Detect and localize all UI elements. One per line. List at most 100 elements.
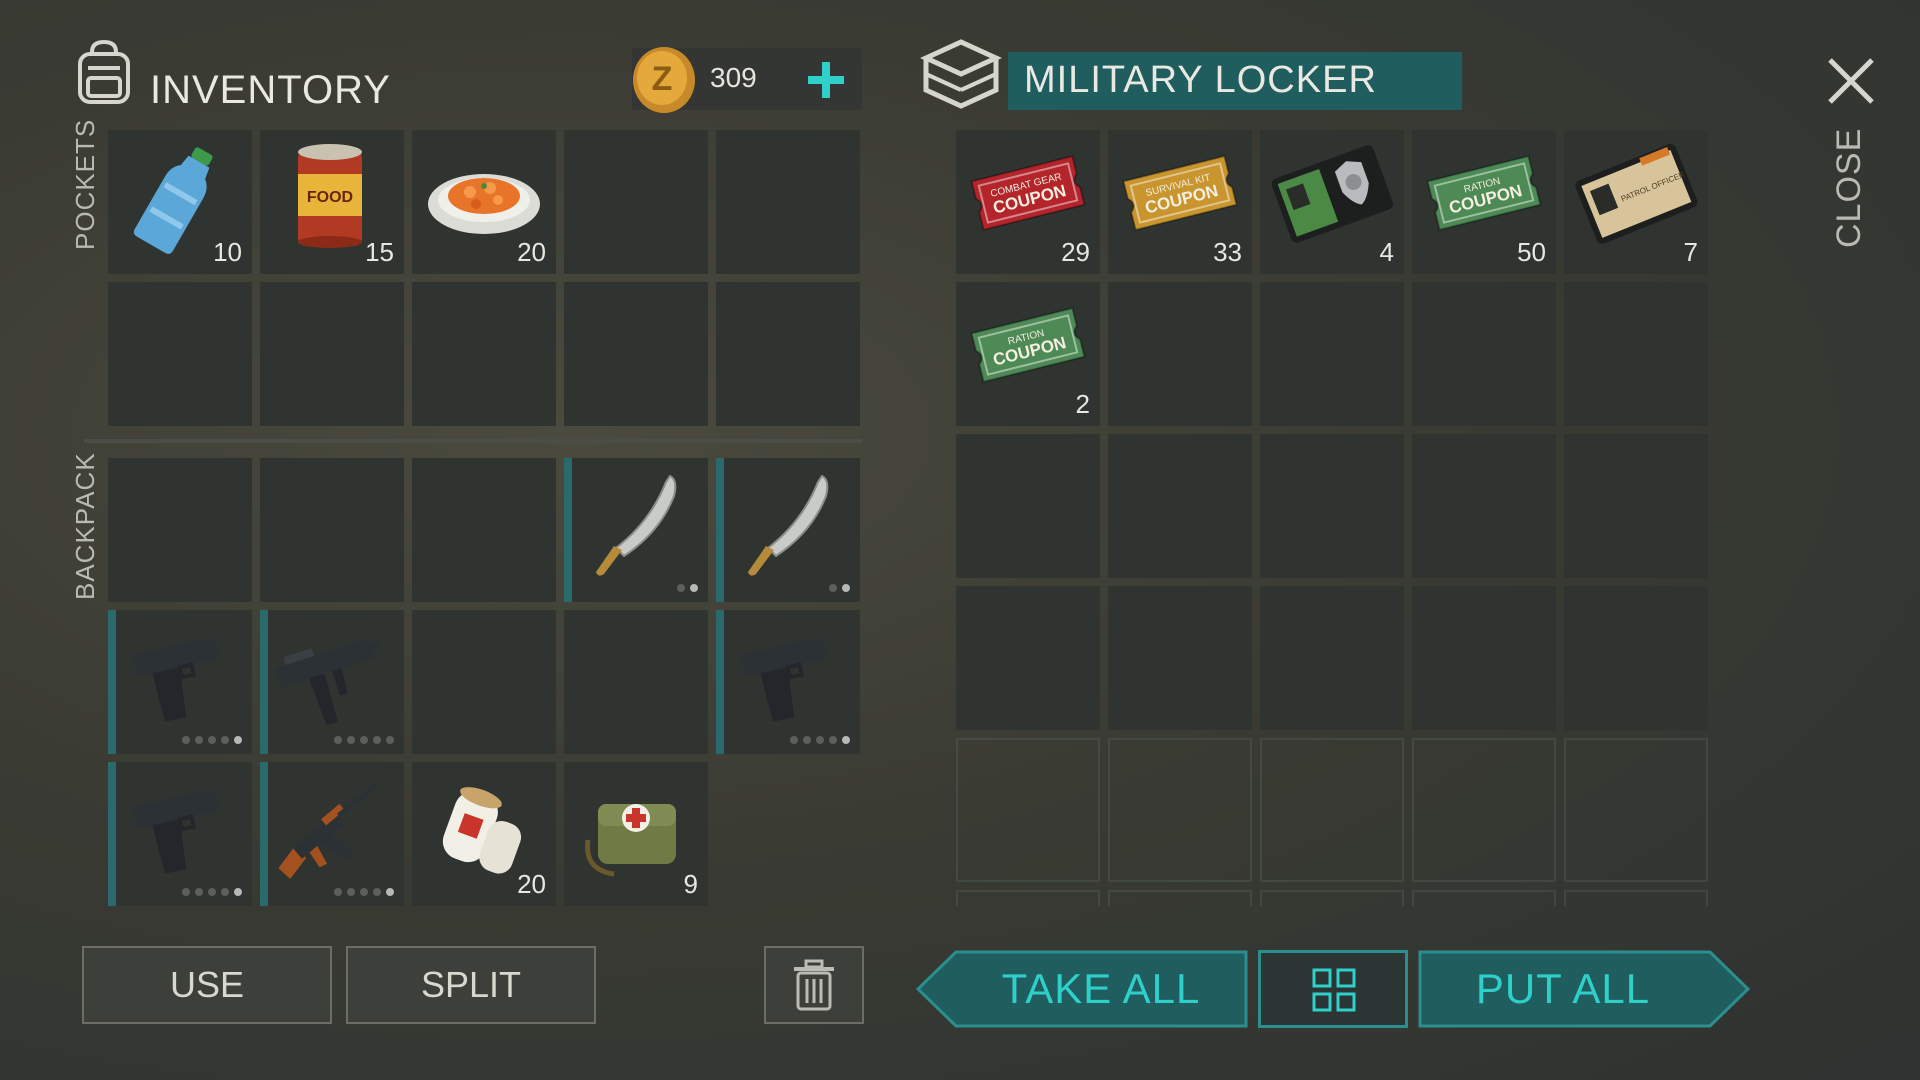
slot-machete[interactable]: [716, 458, 860, 602]
add-coins-icon[interactable]: [806, 60, 846, 100]
empty-slot[interactable]: [1564, 890, 1708, 906]
backpack-grid: 20 9: [108, 458, 860, 906]
durability-dot: [182, 888, 190, 896]
empty-slot[interactable]: [1260, 586, 1404, 730]
empty-slot[interactable]: [108, 282, 252, 426]
empty-slot[interactable]: [1412, 434, 1556, 578]
empty-slot[interactable]: [412, 282, 556, 426]
item-count: 2: [1075, 389, 1090, 419]
empty-slot[interactable]: [1260, 890, 1404, 906]
empty-slot[interactable]: [1260, 738, 1404, 882]
locker-icon: [919, 36, 1003, 117]
empty-slot[interactable]: [1564, 738, 1708, 882]
slot-patrol-officer-id[interactable]: PATROL OFFICER 7: [1564, 130, 1708, 274]
slot-canned-food[interactable]: FOOD 15: [260, 130, 404, 274]
empty-slot[interactable]: [564, 130, 708, 274]
slot-pistol[interactable]: [108, 762, 252, 906]
empty-slot[interactable]: [1108, 434, 1252, 578]
empty-slot[interactable]: [1108, 586, 1252, 730]
empty-slot[interactable]: [1564, 282, 1708, 426]
empty-slot[interactable]: [1108, 282, 1252, 426]
empty-slot[interactable]: [412, 610, 556, 754]
slot-police-badge-wallet[interactable]: 4: [1260, 130, 1404, 274]
empty-slot[interactable]: [956, 890, 1100, 906]
close-label[interactable]: CLOSE: [1830, 128, 1869, 248]
split-button[interactable]: SPLIT: [346, 946, 596, 1024]
section-divider: [84, 439, 862, 443]
durability-dot: [360, 736, 368, 744]
empty-slot[interactable]: [1564, 586, 1708, 730]
empty-slot[interactable]: [956, 738, 1100, 882]
durability-dot: [221, 888, 229, 896]
durability-dot: [234, 888, 242, 896]
slot-bandages[interactable]: 20: [412, 762, 556, 906]
slot-carrot-dish[interactable]: 20: [412, 130, 556, 274]
slot-pistol[interactable]: [108, 610, 252, 754]
durability-dots: [334, 888, 394, 896]
item-count: 9: [683, 869, 698, 899]
empty-slot[interactable]: [1260, 434, 1404, 578]
slot-first-aid-bag[interactable]: 9: [564, 762, 708, 906]
inventory-title: INVENTORY: [150, 68, 391, 112]
empty-slot[interactable]: [564, 282, 708, 426]
empty-slot[interactable]: [1412, 282, 1556, 426]
equip-indicator: [260, 610, 268, 754]
durability-dot: [334, 736, 342, 744]
backpack-label: BACKPACK: [70, 452, 100, 600]
equip-indicator: [260, 762, 268, 906]
empty-slot[interactable]: [1260, 282, 1404, 426]
durability-dot: [373, 888, 381, 896]
durability-dot: [182, 736, 190, 744]
durability-dot: [347, 736, 355, 744]
durability-dot: [829, 736, 837, 744]
empty-slot[interactable]: [260, 458, 404, 602]
put-all-button[interactable]: PUT ALL: [1418, 950, 1750, 1028]
slot-combat-gear-coupon[interactable]: COMBAT GEAR COUPON 29: [956, 130, 1100, 274]
empty-slot[interactable]: [1412, 586, 1556, 730]
item-count: 4: [1379, 237, 1394, 267]
empty-slot[interactable]: [1412, 738, 1556, 882]
empty-slot[interactable]: [956, 586, 1100, 730]
durability-dot: [347, 888, 355, 896]
durability-dot: [386, 888, 394, 896]
close-icon[interactable]: [1826, 56, 1876, 106]
empty-slot[interactable]: [564, 610, 708, 754]
grid-icon: [1312, 968, 1356, 1012]
svg-text:Z: Z: [652, 60, 673, 98]
empty-slot[interactable]: [1108, 890, 1252, 906]
coin-icon: Z: [633, 47, 695, 113]
empty-slot[interactable]: [1412, 890, 1556, 906]
slot-uzi[interactable]: [260, 610, 404, 754]
equip-indicator: [716, 610, 724, 754]
slot-assault-rifle[interactable]: [260, 762, 404, 906]
take-all-button[interactable]: TAKE ALL: [916, 950, 1248, 1028]
item-count: 20: [517, 237, 546, 267]
sort-grid-button[interactable]: [1258, 950, 1408, 1028]
durability-dot: [677, 584, 685, 592]
slot-water-bottle[interactable]: 10: [108, 130, 252, 274]
item-count: 33: [1213, 237, 1242, 267]
item-count: 50: [1517, 237, 1546, 267]
empty-slot[interactable]: [716, 130, 860, 274]
durability-dot: [790, 736, 798, 744]
slot-ration-coupon[interactable]: RATION COUPON 50: [1412, 130, 1556, 274]
use-button[interactable]: USE: [82, 946, 332, 1024]
empty-slot[interactable]: [716, 282, 860, 426]
slot-ration-coupon[interactable]: RATION COUPON 2: [956, 282, 1100, 426]
empty-slot[interactable]: [108, 458, 252, 602]
item-count: 15: [365, 237, 394, 267]
empty-slot[interactable]: [1564, 434, 1708, 578]
trash-button[interactable]: [764, 946, 864, 1024]
durability-dot: [334, 888, 342, 896]
locker-grid: COMBAT GEAR COUPON 29 SURVIVAL KIT COUPO…: [956, 130, 1708, 906]
empty-slot[interactable]: [412, 458, 556, 602]
trash-icon: [794, 959, 834, 1011]
durability-dots: [677, 584, 698, 592]
slot-machete[interactable]: [564, 458, 708, 602]
slot-pistol[interactable]: [716, 610, 860, 754]
durability-dot: [234, 736, 242, 744]
empty-slot[interactable]: [1108, 738, 1252, 882]
empty-slot[interactable]: [956, 434, 1100, 578]
empty-slot[interactable]: [260, 282, 404, 426]
slot-survival-kit-coupon[interactable]: SURVIVAL KIT COUPON 33: [1108, 130, 1252, 274]
